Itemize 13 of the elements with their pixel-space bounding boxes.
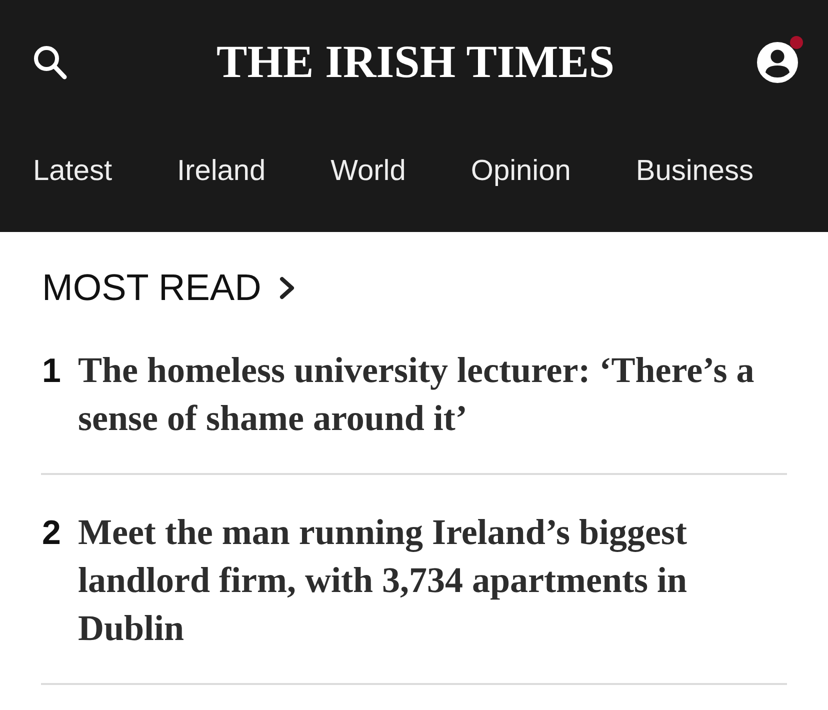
masthead-title[interactable]: THE IRISH TIMES bbox=[216, 39, 614, 85]
account-icon[interactable] bbox=[757, 42, 798, 82]
article-headline[interactable]: The homeless university lecturer: ‘There’s a sense of shame around it’ bbox=[78, 346, 786, 442]
section-heading[interactable]: MOST READ bbox=[41, 266, 262, 310]
nav-link[interactable]: Ireland bbox=[177, 154, 266, 188]
nav-link[interactable]: Opinion bbox=[470, 154, 571, 188]
nav-link[interactable]: Business bbox=[636, 154, 754, 188]
rank-number: 1 bbox=[41, 351, 62, 392]
nav-link[interactable]: World bbox=[330, 154, 406, 188]
rank-number: 2 bbox=[41, 513, 62, 554]
search-icon[interactable] bbox=[33, 44, 67, 80]
nav-link[interactable]: Latest bbox=[33, 154, 112, 188]
article-headline[interactable]: Meet the man running Ireland’s biggest landlord firm, with 3,734 apartments in Dublin bbox=[78, 508, 786, 652]
